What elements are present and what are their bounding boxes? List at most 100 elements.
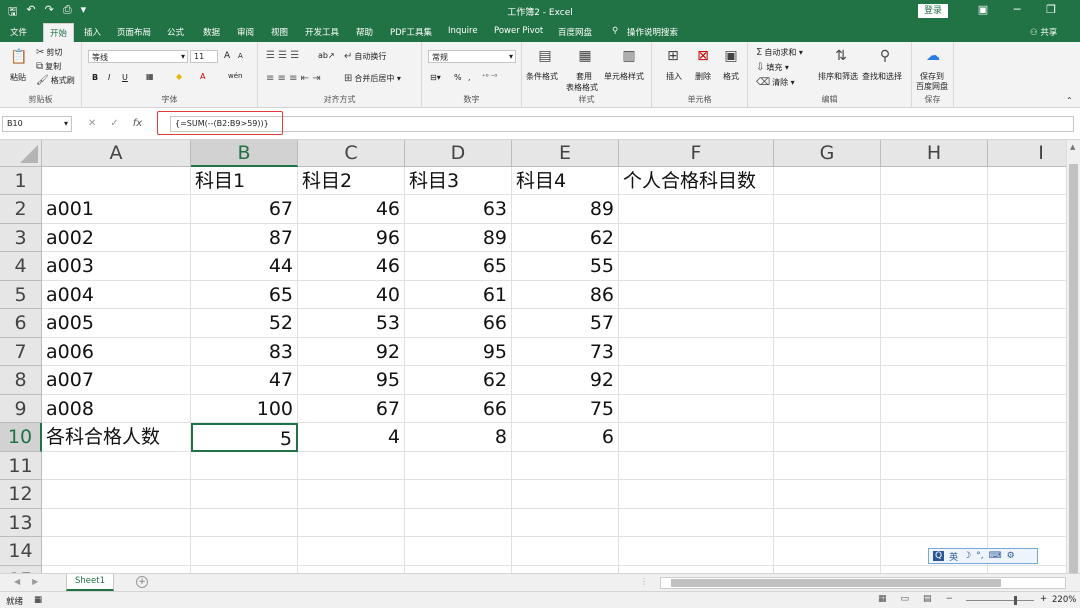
cell-d13[interactable]	[405, 509, 512, 537]
cell-d7[interactable]: 95	[405, 338, 512, 366]
cell-f15[interactable]	[619, 566, 774, 573]
add-sheet-button[interactable]: +	[136, 576, 148, 588]
cell-e6[interactable]: 57	[512, 309, 619, 338]
scroll-up-icon[interactable]: ▲	[1070, 143, 1075, 151]
cell-c15[interactable]	[298, 566, 405, 573]
cell-a2[interactable]: a001	[42, 195, 191, 224]
cell-c11[interactable]	[298, 452, 405, 480]
autosum-button[interactable]: Σ 自动求和 ▾	[756, 47, 803, 58]
tab-review[interactable]: 审阅	[237, 26, 254, 38]
cell-e1[interactable]: 科目4	[512, 167, 619, 195]
format-table-icon[interactable]: ▦	[576, 47, 594, 65]
cell-f7[interactable]	[619, 338, 774, 366]
page-layout-view-icon[interactable]: ▭	[901, 594, 910, 604]
tell-me-search[interactable]: 操作说明搜索	[627, 26, 678, 38]
cell-a4[interactable]: a003	[42, 252, 191, 281]
tab-help[interactable]: 帮助	[356, 26, 373, 38]
cell-g5[interactable]	[774, 281, 881, 309]
cell-a13[interactable]	[42, 509, 191, 537]
row-header-8[interactable]: 8	[0, 366, 42, 395]
column-header-e[interactable]: E	[512, 140, 619, 167]
cell-h10[interactable]	[881, 423, 988, 452]
cell-g8[interactable]	[774, 366, 881, 395]
number-format-select[interactable]: 常规 ▾	[428, 50, 516, 63]
cell-g9[interactable]	[774, 395, 881, 423]
font-color-icon[interactable]: A	[200, 72, 205, 81]
cell-g14[interactable]	[774, 537, 881, 566]
cell-g3[interactable]	[774, 224, 881, 252]
cell-e13[interactable]	[512, 509, 619, 537]
cell-b9[interactable]: 100	[191, 395, 298, 423]
horizontal-scroll-thumb[interactable]	[671, 579, 1001, 587]
cell-b14[interactable]	[191, 537, 298, 566]
italic-button[interactable]: I	[108, 73, 110, 82]
row-header-14[interactable]: 14	[0, 537, 42, 566]
row-header-2[interactable]: 2	[0, 195, 42, 224]
cell-g13[interactable]	[774, 509, 881, 537]
tab-insert[interactable]: 插入	[84, 26, 101, 38]
row-header-13[interactable]: 13	[0, 509, 42, 537]
clear-button[interactable]: ⌫ 清除 ▾	[756, 77, 795, 88]
bold-button[interactable]: B	[92, 73, 98, 82]
fill-color-icon[interactable]: ◆	[176, 72, 182, 81]
cell-b6[interactable]: 52	[191, 309, 298, 338]
cell-a14[interactable]	[42, 537, 191, 566]
cell-g7[interactable]	[774, 338, 881, 366]
cell-d5[interactable]: 61	[405, 281, 512, 309]
cell-a12[interactable]	[42, 480, 191, 509]
cell-a5[interactable]: a004	[42, 281, 191, 309]
orientation-icon[interactable]: ab↗	[318, 51, 335, 60]
cell-b5[interactable]: 65	[191, 281, 298, 309]
font-size-select[interactable]: 11	[190, 50, 218, 63]
cell-c4[interactable]: 46	[298, 252, 405, 281]
shrink-font-button[interactable]: A	[238, 52, 243, 60]
page-break-view-icon[interactable]: ▤	[923, 594, 932, 604]
cell-e5[interactable]: 86	[512, 281, 619, 309]
cell-b15[interactable]	[191, 566, 298, 573]
cell-d14[interactable]	[405, 537, 512, 566]
zoom-slider[interactable]	[966, 600, 1034, 601]
paste-icon[interactable]: 📋	[10, 48, 28, 66]
cell-e8[interactable]: 92	[512, 366, 619, 395]
font-name-select[interactable]: 等线 ▾	[88, 50, 188, 63]
cell-b2[interactable]: 67	[191, 195, 298, 224]
accounting-icon[interactable]: ⊟▾	[430, 73, 441, 82]
cell-f4[interactable]	[619, 252, 774, 281]
cell-b4[interactable]: 44	[191, 252, 298, 281]
cell-f11[interactable]	[619, 452, 774, 480]
ime-toolbar[interactable]: Q 英 ☽ °, ⌨ ⚙	[928, 548, 1038, 564]
copy-button[interactable]: ⧉ 复制	[36, 61, 61, 72]
horizontal-scrollbar[interactable]	[660, 577, 1066, 589]
cell-e9[interactable]: 75	[512, 395, 619, 423]
cell-h1[interactable]	[881, 167, 988, 195]
column-header-g[interactable]: G	[774, 140, 881, 167]
column-header-d[interactable]: D	[405, 140, 512, 167]
ime-tools-icon[interactable]: ⚙	[1007, 551, 1015, 561]
column-header-c[interactable]: C	[298, 140, 405, 167]
cell-h8[interactable]	[881, 366, 988, 395]
cell-c3[interactable]: 96	[298, 224, 405, 252]
cell-c9[interactable]: 67	[298, 395, 405, 423]
cell-g6[interactable]	[774, 309, 881, 338]
cell-e14[interactable]	[512, 537, 619, 566]
ime-keyboard-icon[interactable]: ⌨	[989, 551, 1002, 561]
row-header-15[interactable]: 15	[0, 566, 42, 573]
cell-f5[interactable]	[619, 281, 774, 309]
cell-c10[interactable]: 4	[298, 423, 405, 452]
cell-g10[interactable]	[774, 423, 881, 452]
cancel-icon[interactable]: ✕	[88, 118, 96, 129]
cell-b11[interactable]	[191, 452, 298, 480]
vertical-scroll-thumb[interactable]	[1069, 164, 1078, 584]
insert-function-icon[interactable]: fx	[133, 118, 142, 129]
row-header-5[interactable]: 5	[0, 281, 42, 309]
cell-b13[interactable]	[191, 509, 298, 537]
ime-punct-icon[interactable]: °,	[976, 551, 983, 561]
cell-c8[interactable]: 95	[298, 366, 405, 395]
cell-f1[interactable]: 个人合格科目数	[619, 167, 774, 195]
cell-a6[interactable]: a005	[42, 309, 191, 338]
conditional-format-button[interactable]: 条件格式	[526, 71, 558, 82]
cell-b8[interactable]: 47	[191, 366, 298, 395]
cell-a7[interactable]: a006	[42, 338, 191, 366]
ime-moon-icon[interactable]: ☽	[963, 551, 971, 561]
cell-h15[interactable]	[881, 566, 988, 573]
